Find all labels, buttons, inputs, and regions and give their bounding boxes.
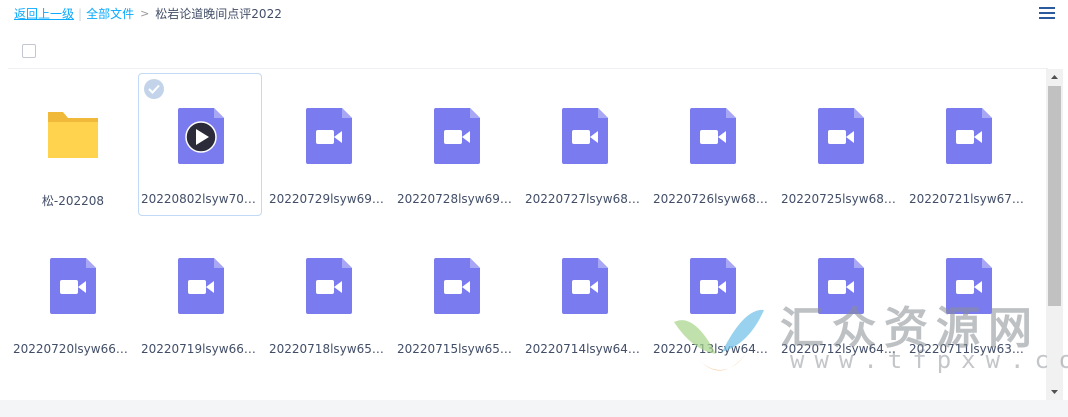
file-item[interactable]: 20220714lsyw647... [522,223,647,366]
video-file-icon [818,108,864,164]
vertical-scrollbar[interactable] [1046,69,1063,400]
video-file-icon [178,258,224,314]
file-name: 20220729lsyw698... [269,192,391,206]
file-name: 松-202208 [41,194,105,208]
video-file-icon [306,108,352,164]
all-files-link[interactable]: 全部文件 [86,5,134,22]
video-file-icon [50,258,96,314]
file-name: 20220719lsyw662... [141,342,263,356]
video-file-icon [562,108,608,164]
file-name: 20220718lsyw657... [269,342,391,356]
header-divider [8,68,1048,69]
hamburger-menu-icon[interactable] [1038,4,1056,22]
video-file-icon [946,108,992,164]
file-name: 20220802lsyw708... [141,192,263,206]
file-item[interactable]: 20220802lsyw708... [138,73,263,216]
file-name: 20220712lsyw640... [781,342,903,356]
video-file-icon [690,108,736,164]
file-name: 20220713lsyw643... [653,342,775,356]
file-name: 20220711lsyw634... [909,342,1031,356]
bottom-strip [0,400,1068,417]
file-name: 20220725lsyw680... [781,192,903,206]
file-name: 20220721lsyw672... [909,192,1031,206]
file-name: 20220720lsyw668... [13,342,135,356]
video-file-icon [562,258,608,314]
selected-check-icon[interactable] [144,79,164,99]
file-item[interactable]: 20220721lsyw672... [906,73,1031,216]
file-name: 20220714lsyw647... [525,342,647,356]
back-link[interactable]: 返回上一级 [14,5,74,22]
top-bar: 返回上一级 | 全部文件 > 松岩论道晚间点评2022 [0,0,1068,28]
file-item[interactable]: 20220725lsyw680... [778,73,903,216]
file-item[interactable]: 20220715lsyw652... [394,223,519,366]
file-name: 20220728lsyw693... [397,192,519,206]
video-file-icon [946,258,992,314]
video-file-icon [434,108,480,164]
video-play-icon [178,108,224,164]
file-item[interactable]: 20220712lsyw640... [778,223,903,366]
video-file-icon [306,258,352,314]
breadcrumb-arrow-icon: > [140,7,150,20]
file-item[interactable]: 20220727lsyw689... [522,73,647,216]
file-browser: 返回上一级 | 全部文件 > 松岩论道晚间点评2022 松-202208 2022… [0,0,1068,417]
file-item[interactable]: 20220719lsyw662... [138,223,263,366]
file-item[interactable]: 20220720lsyw668... [10,223,135,366]
file-name: 20220727lsyw689... [525,192,647,206]
breadcrumb-separator: | [78,6,83,21]
file-item[interactable]: 20220711lsyw634... [906,223,1031,366]
folder-icon [48,112,98,158]
scroll-down-arrow-icon[interactable] [1046,383,1063,400]
folder-item[interactable]: 松-202208 [10,73,134,216]
video-file-icon [434,258,480,314]
file-grid: 松-202208 20220802lsyw708... 20220729lsyw69… [10,73,1045,400]
file-item[interactable]: 20220726lsyw686... [650,73,775,216]
file-item[interactable]: 20220729lsyw698... [266,73,391,216]
file-name: 20220726lsyw686... [653,192,775,206]
video-file-icon [818,258,864,314]
select-all-checkbox[interactable] [22,44,36,58]
scrollbar-thumb[interactable] [1048,86,1061,306]
scroll-up-arrow-icon[interactable] [1046,69,1063,86]
breadcrumb: 返回上一级 | 全部文件 > 松岩论道晚间点评2022 [14,5,282,22]
current-folder-name: 松岩论道晚间点评2022 [155,7,282,21]
video-file-icon [690,258,736,314]
file-item[interactable]: 20220718lsyw657... [266,223,391,366]
file-name: 20220715lsyw652... [397,342,519,356]
file-item[interactable]: 20220713lsyw643... [650,223,775,366]
file-item[interactable]: 20220728lsyw693... [394,73,519,216]
